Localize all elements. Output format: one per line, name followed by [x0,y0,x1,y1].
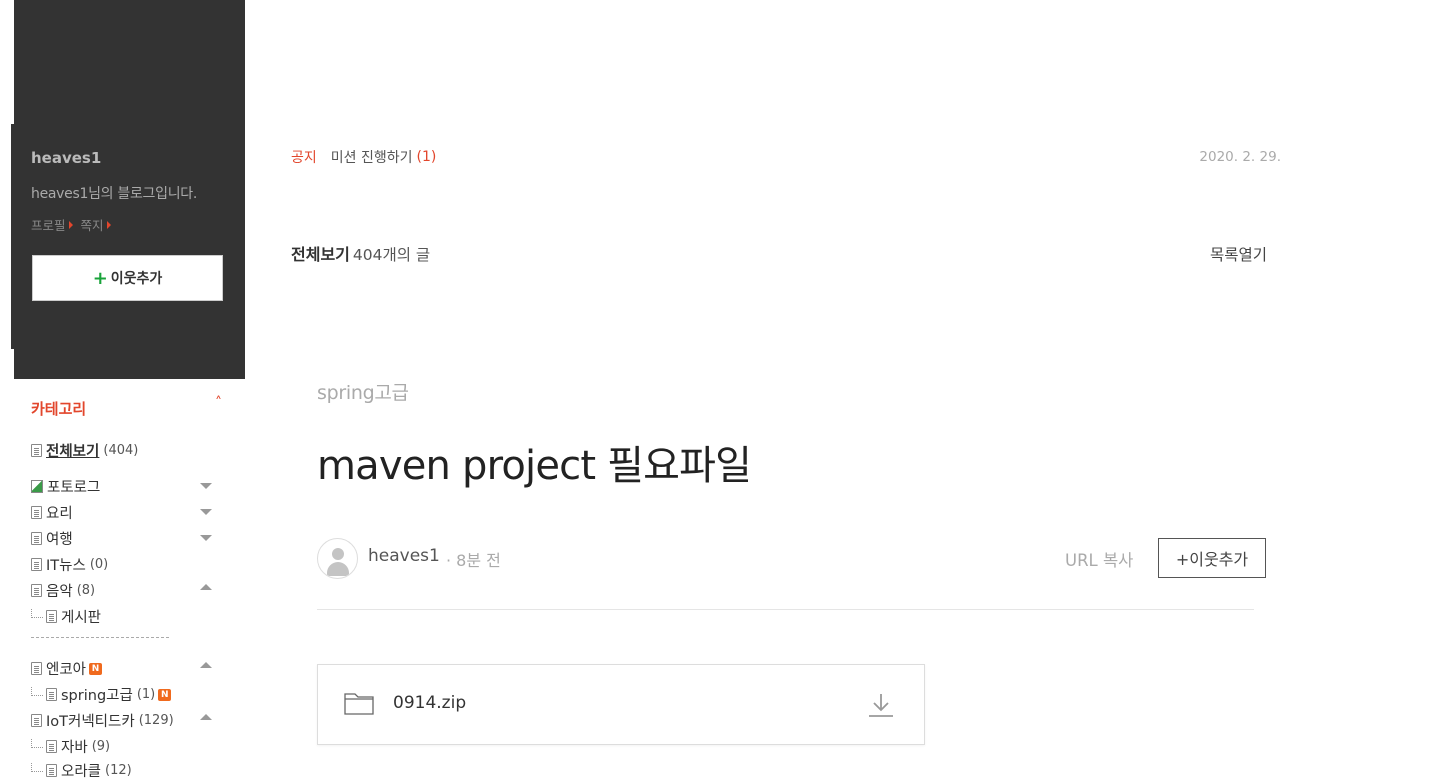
category-item-spring[interactable]: spring고급 (1) N [31,684,172,705]
profile-link-label: 프로필 [31,218,66,233]
category-item-all[interactable]: 전체보기 (404) [31,440,138,461]
author-row: heaves1 · 8분 전 URL 복사 +이웃추가 [317,537,1267,579]
document-icon [31,584,42,597]
notice-title[interactable]: 미션 진행하기 [331,147,413,167]
category-item-board[interactable]: 게시판 [31,606,101,627]
document-icon [46,610,57,623]
category-item-label: IoT커넥티드카 [46,714,135,730]
chevron-up-icon[interactable] [200,584,212,590]
category-item-count: (1) [136,687,156,702]
download-icon[interactable] [866,691,896,719]
tree-connector-icon [31,763,43,772]
profile-panel: heaves1 heaves1님의 블로그입니다. 프로필 쪽지 + 이웃추가 [14,0,245,379]
category-item-iot[interactable]: IoT커넥티드카 (129) [31,710,174,731]
category-item-label: 요리 [46,506,73,522]
tree-connector-icon [31,609,43,618]
new-badge: N [89,662,103,675]
notice-row[interactable]: 공지 미션 진행하기 (1) 2020. 2. 29. [291,147,1281,167]
category-item-label: spring고급 [61,688,133,704]
chevron-down-icon[interactable] [200,535,212,541]
blog-description: heaves1님의 블로그입니다. [31,186,198,202]
url-copy-button[interactable]: URL 복사 [1065,547,1133,571]
tree-connector-icon [31,687,43,696]
category-item-encore[interactable]: 엔코아 N [31,658,103,679]
category-item-cooking[interactable]: 요리 [31,502,73,523]
category-item-photolog[interactable]: 포토로그 [31,476,100,497]
chevron-up-icon[interactable] [200,662,212,668]
document-icon [46,688,57,701]
document-icon [31,558,42,571]
add-neighbor-button-main[interactable]: +이웃추가 [1158,538,1266,578]
divider [317,609,1254,610]
category-item-count: (404) [103,443,139,458]
file-name[interactable]: 0914.zip [393,693,466,713]
avatar[interactable] [317,538,358,579]
category-item-travel[interactable]: 여행 [31,528,73,549]
photo-icon [31,480,43,493]
category-item-label[interactable]: 전체보기 [46,440,99,461]
folder-icon [344,693,374,715]
notice-date: 2020. 2. 29. [1199,149,1281,165]
document-icon [31,662,42,675]
category-item-label: IT뉴스 [46,558,86,574]
blog-name[interactable]: heaves1 [31,149,101,167]
document-icon [31,532,42,545]
document-icon [31,714,42,727]
message-link[interactable]: 쪽지 [81,215,111,234]
document-icon [46,764,57,777]
category-item-java[interactable]: 자바 (9) [31,736,110,757]
category-item-count: (8) [76,583,96,598]
category-item-oracle[interactable]: 오라클 (12) [31,760,132,781]
list-header: 전체보기 404개의 글 [291,241,430,265]
category-item-music[interactable]: 음악 (8) [31,580,95,601]
category-item-count: (129) [138,713,174,728]
arrow-right-icon [68,220,73,229]
message-link-label: 쪽지 [80,218,104,233]
chevron-down-icon[interactable] [200,509,212,515]
arrow-right-icon [106,220,111,229]
profile-link[interactable]: 프로필 [31,215,73,234]
category-item-count: (12) [105,763,132,778]
category-item-itnews[interactable]: IT뉴스 (0) [31,554,108,575]
add-neighbor-button[interactable]: + 이웃추가 [32,255,223,301]
category-item-label: 자바 [61,740,88,756]
chevron-down-icon[interactable] [200,483,212,489]
list-header-label: 전체보기 [291,245,350,264]
category-item-label: 음악 [46,584,73,600]
chevron-up-icon[interactable]: ˄ [215,395,222,411]
category-item-count: (0) [89,557,109,572]
document-icon [46,740,57,753]
avatar-body [327,562,349,576]
profile-links: 프로필 쪽지 [31,215,111,234]
post-title: maven project 필요파일 [317,443,752,489]
document-icon [31,506,42,519]
new-badge: N [158,688,172,701]
author-name[interactable]: heaves1 [368,546,440,566]
category-item-label: 오라클 [61,764,102,780]
category-item-count: (9) [91,739,111,754]
notice-tag: 공지 [291,150,317,166]
notice-comment-count: (1) [416,149,437,165]
post-time: · 8분 전 [446,551,501,570]
category-item-label: 엔코아 [46,662,87,678]
plus-icon: + [92,267,108,289]
open-list-button[interactable]: 목록열기 [1210,243,1267,265]
avatar-head [332,548,344,560]
post-category[interactable]: spring고급 [317,378,409,405]
category-item-label: 여행 [46,532,73,548]
category-item-label: 게시판 [61,610,102,626]
tree-connector-icon [31,739,43,748]
document-icon [31,444,42,457]
add-neighbor-label: 이웃추가 [110,271,163,287]
post-count: 404개의 글 [352,246,431,264]
category-header[interactable]: 카테고리 [31,398,231,419]
category-divider [31,637,169,638]
file-attachment[interactable]: 0914.zip [317,664,925,745]
category-item-label: 포토로그 [47,480,101,496]
chevron-up-icon[interactable] [200,714,212,720]
